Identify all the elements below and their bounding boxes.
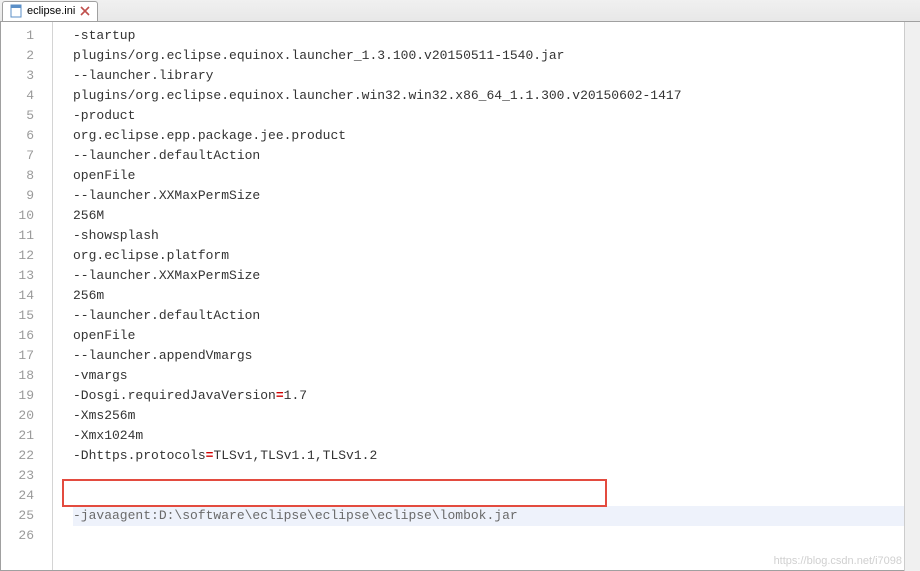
line-number: 15	[5, 306, 34, 326]
code-line[interactable]: -Dosgi.requiredJavaVersion=1.7	[73, 386, 919, 406]
code-line[interactable]: 256m	[73, 286, 919, 306]
line-number: 3	[5, 66, 34, 86]
line-number: 23	[5, 466, 34, 486]
line-number: 24	[5, 486, 34, 506]
code-line[interactable]: plugins/org.eclipse.equinox.launcher_1.3…	[73, 46, 919, 66]
file-icon	[9, 4, 23, 18]
line-number: 4	[5, 86, 34, 106]
code-line[interactable]: --launcher.appendVmargs	[73, 346, 919, 366]
line-number: 17	[5, 346, 34, 366]
code-line[interactable]: --launcher.defaultAction	[73, 146, 919, 166]
close-icon[interactable]	[79, 5, 91, 17]
line-number: 26	[5, 526, 34, 546]
line-number: 18	[5, 366, 34, 386]
line-number: 16	[5, 326, 34, 346]
line-number: 2	[5, 46, 34, 66]
line-number: 21	[5, 426, 34, 446]
code-line[interactable]: -startup	[73, 26, 919, 46]
code-line[interactable]: openFile	[73, 326, 919, 346]
editor-tab[interactable]: eclipse.ini	[2, 1, 98, 21]
code-line[interactable]: --launcher.library	[73, 66, 919, 86]
line-number: 14	[5, 286, 34, 306]
code-line[interactable]	[73, 466, 919, 486]
code-line[interactable]: 256M	[73, 206, 919, 226]
line-number: 22	[5, 446, 34, 466]
code-line[interactable]	[73, 526, 919, 546]
tab-bar: eclipse.ini	[0, 0, 920, 22]
line-number: 1	[5, 26, 34, 46]
code-line[interactable]: org.eclipse.epp.package.jee.product	[73, 126, 919, 146]
code-line[interactable]: --launcher.defaultAction	[73, 306, 919, 326]
line-number: 19	[5, 386, 34, 406]
line-number-gutter: 1234567891011121314151617181920212223242…	[1, 22, 53, 570]
code-line[interactable]: org.eclipse.platform	[73, 246, 919, 266]
code-line[interactable]: -javaagent:D:\software\eclipse\eclipse\e…	[73, 506, 919, 526]
code-line[interactable]: --launcher.XXMaxPermSize	[73, 266, 919, 286]
code-line[interactable]: openFile	[73, 166, 919, 186]
line-number: 8	[5, 166, 34, 186]
code-line[interactable]: --launcher.XXMaxPermSize	[73, 186, 919, 206]
line-number: 10	[5, 206, 34, 226]
code-line[interactable]	[73, 486, 919, 506]
code-line[interactable]: -showsplash	[73, 226, 919, 246]
line-number: 5	[5, 106, 34, 126]
code-line[interactable]: -product	[73, 106, 919, 126]
tab-label: eclipse.ini	[27, 5, 75, 17]
line-number: 7	[5, 146, 34, 166]
line-number: 13	[5, 266, 34, 286]
code-line[interactable]: plugins/org.eclipse.equinox.launcher.win…	[73, 86, 919, 106]
line-number: 20	[5, 406, 34, 426]
line-number: 6	[5, 126, 34, 146]
code-line[interactable]: -Dhttps.protocols=TLSv1,TLSv1.1,TLSv1.2	[73, 446, 919, 466]
line-number: 11	[5, 226, 34, 246]
line-number: 12	[5, 246, 34, 266]
code-line[interactable]: -Xms256m	[73, 406, 919, 426]
editor: 1234567891011121314151617181920212223242…	[0, 22, 920, 571]
line-number: 9	[5, 186, 34, 206]
code-area[interactable]: -startupplugins/org.eclipse.equinox.laun…	[53, 22, 919, 570]
vertical-scrollbar[interactable]	[904, 22, 920, 571]
code-line[interactable]: -vmargs	[73, 366, 919, 386]
line-number: 25	[5, 506, 34, 526]
code-line[interactable]: -Xmx1024m	[73, 426, 919, 446]
